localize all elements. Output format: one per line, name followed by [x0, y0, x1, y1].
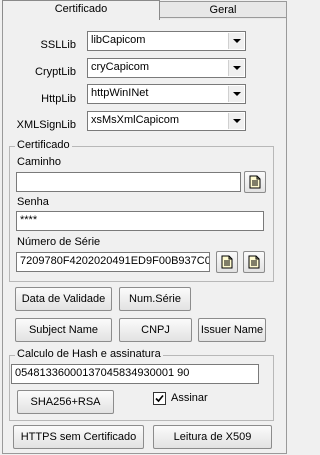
leitura-x509-button[interactable]: Leitura de X509 — [153, 425, 272, 449]
ssllib-value: libCapicom — [91, 34, 146, 46]
cryptlib-label: CryptLib — [35, 66, 76, 78]
chevron-down-icon[interactable] — [228, 33, 244, 49]
open-folder-icon — [249, 175, 261, 189]
browse-certificate-button[interactable] — [244, 171, 266, 193]
httplib-value: httpWinINet — [91, 87, 149, 99]
numero-serie-input[interactable]: 7209780F4202020491ED9F00B937C02 — [16, 252, 210, 272]
select-certificate-button[interactable] — [216, 251, 238, 273]
hash-input[interactable]: 05481336000137045834930001 90 — [11, 364, 259, 384]
numero-serie-label: Número de Série — [17, 236, 101, 248]
assinar-checkbox[interactable] — [153, 392, 166, 405]
httplib-select[interactable]: httpWinINet — [87, 84, 246, 104]
hash-group-title: Calculo de Hash e assinatura — [15, 348, 163, 360]
certificate-icon — [221, 255, 233, 269]
caminho-label: Caminho — [17, 156, 62, 168]
tab-certificado[interactable]: Certificado — [2, 0, 160, 20]
senha-input[interactable]: **** — [16, 211, 264, 231]
issuer-name-button[interactable]: Issuer Name — [198, 318, 266, 342]
chevron-down-icon[interactable] — [228, 113, 244, 129]
subject-name-button[interactable]: Subject Name — [15, 318, 112, 342]
data-validade-button[interactable]: Data de Validade — [15, 287, 112, 311]
https-sem-certificado-button[interactable]: HTTPS sem Certificado — [13, 425, 144, 449]
xmlsignlib-value: xsMsXmlCapicom — [91, 114, 180, 126]
certificado-group-title: Certificado — [15, 139, 72, 151]
cryptlib-value: cryCapicom — [91, 61, 150, 73]
ssllib-label: SSLLib — [40, 39, 76, 51]
num-serie-button[interactable]: Num.Série — [119, 287, 191, 311]
cnpj-button[interactable]: CNPJ — [119, 318, 192, 342]
httplib-label: HttpLib — [41, 93, 76, 105]
certificate-icon — [248, 255, 260, 269]
certificate-info-button[interactable] — [243, 251, 265, 273]
chevron-down-icon[interactable] — [228, 86, 244, 102]
assinar-label: Assinar — [171, 392, 208, 404]
senha-label: Senha — [17, 196, 49, 208]
xmlsignlib-select[interactable]: xsMsXmlCapicom — [87, 111, 246, 131]
caminho-input[interactable] — [16, 172, 241, 192]
checkmark-icon — [155, 394, 164, 403]
sha256-rsa-button[interactable]: SHA256+RSA — [17, 390, 114, 414]
ssllib-select[interactable]: libCapicom — [87, 31, 246, 51]
chevron-down-icon[interactable] — [228, 60, 244, 76]
xmlsignlib-label: XMLSignLib — [16, 119, 76, 131]
cryptlib-select[interactable]: cryCapicom — [87, 58, 246, 78]
